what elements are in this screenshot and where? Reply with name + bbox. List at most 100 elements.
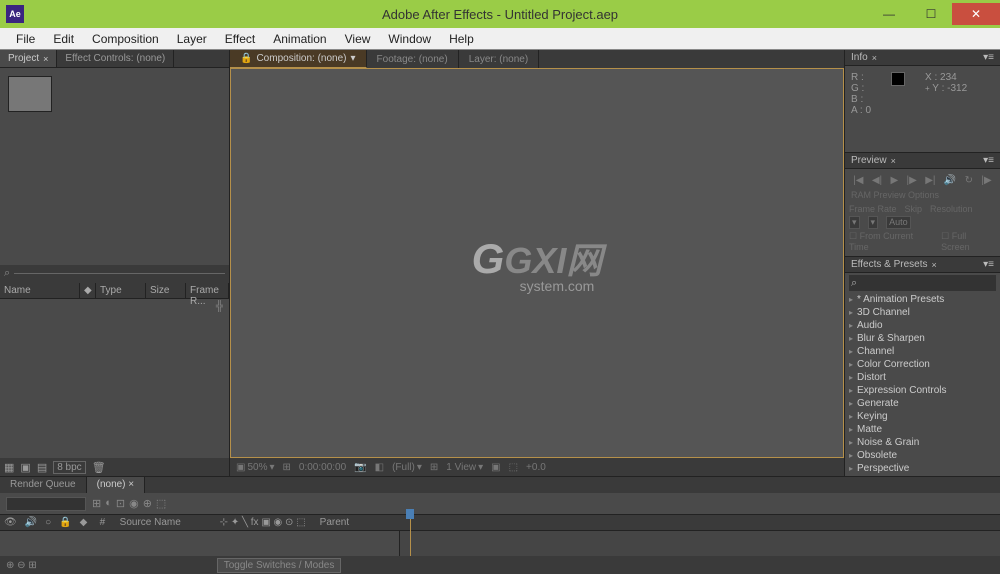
last-frame-icon[interactable]: ▶| xyxy=(925,175,935,186)
info-header[interactable]: Info×▾≡ xyxy=(845,50,1000,66)
col-frame-rate[interactable]: Frame R... xyxy=(186,283,229,298)
snapshot-icon[interactable]: 📷 xyxy=(354,462,366,473)
resolution-dropdown[interactable]: Auto xyxy=(886,216,911,229)
ram-preview-icon[interactable]: |▶ xyxy=(981,175,991,186)
close-button[interactable]: ✕ xyxy=(952,3,1000,25)
from-current-checkbox[interactable]: ☐ From Current Time xyxy=(849,231,933,252)
tab-composition[interactable]: 🔒Composition: (none) ▾ xyxy=(230,50,367,68)
effect-category[interactable]: Perspective xyxy=(845,462,1000,475)
tl-icon[interactable]: ⊞ xyxy=(92,497,101,510)
grid-icon[interactable]: ⊞ xyxy=(430,462,438,473)
tree-toggle-icon[interactable]: ╬ xyxy=(210,299,229,314)
loop-icon[interactable]: ↻ xyxy=(965,175,973,186)
playhead[interactable] xyxy=(410,509,411,556)
col-type[interactable]: Type xyxy=(96,283,146,298)
timecode[interactable]: 0:00:00:00 xyxy=(299,462,346,473)
tab-render-queue[interactable]: Render Queue xyxy=(0,477,87,493)
effect-category[interactable]: Simulation xyxy=(845,475,1000,476)
toggle-switches-button[interactable]: Toggle Switches / Modes xyxy=(217,558,342,573)
frame-rate-dropdown[interactable]: ▾ xyxy=(849,216,860,229)
timeline-layers[interactable] xyxy=(0,531,400,556)
effect-category[interactable]: Color Correction xyxy=(845,358,1000,371)
tl-icon[interactable]: ◐ xyxy=(105,497,112,510)
ram-options-label[interactable]: RAM Preview Options xyxy=(849,188,996,202)
effects-search[interactable]: ⌕ xyxy=(849,275,996,291)
first-frame-icon[interactable]: |◀ xyxy=(853,175,863,186)
col-name[interactable]: Name xyxy=(0,283,80,298)
window-controls: — ☐ ✕ xyxy=(868,3,1000,25)
menu-composition[interactable]: Composition xyxy=(84,30,167,48)
bpc-button[interactable]: 8 bpc xyxy=(53,461,85,474)
trash-icon[interactable]: 🗑 xyxy=(92,461,106,474)
effects-list[interactable]: * Animation Presets 3D Channel Audio Blu… xyxy=(845,293,1000,476)
project-search[interactable]: ⌕ xyxy=(0,265,229,283)
channel-icon[interactable]: ◧ xyxy=(375,462,384,473)
resolution-icon[interactable]: ⊞ xyxy=(283,462,291,473)
tl-icon[interactable]: ⬚ xyxy=(156,497,166,510)
timeline-tracks[interactable] xyxy=(400,531,1000,556)
tl-icon[interactable]: ⊡ xyxy=(116,497,125,510)
view-dropdown[interactable]: 1 View ▾ xyxy=(446,462,483,473)
3d-icon[interactable]: ⬚ xyxy=(509,462,518,473)
skip-dropdown[interactable]: ▾ xyxy=(868,216,879,229)
exposure-value[interactable]: +0.0 xyxy=(526,462,546,473)
effect-category[interactable]: * Animation Presets xyxy=(845,293,1000,306)
menu-window[interactable]: Window xyxy=(380,30,439,48)
prev-frame-icon[interactable]: ◀| xyxy=(872,175,882,186)
effect-category[interactable]: Keying xyxy=(845,410,1000,423)
effect-category[interactable]: Blur & Sharpen xyxy=(845,332,1000,345)
effect-category[interactable]: 3D Channel xyxy=(845,306,1000,319)
effect-category[interactable]: Channel xyxy=(845,345,1000,358)
lock-col-icon[interactable]: 🔒 xyxy=(55,515,75,530)
effect-category[interactable]: Obsolete xyxy=(845,449,1000,462)
audio-toggle-icon[interactable]: 🔊 xyxy=(21,515,41,530)
menu-file[interactable]: File xyxy=(8,30,43,48)
effects-header[interactable]: Effects & Presets×▾≡ xyxy=(845,257,1000,273)
tab-project[interactable]: Project× xyxy=(0,50,57,67)
full-screen-checkbox[interactable]: ☐ Full Screen xyxy=(941,231,996,252)
tab-none[interactable]: (none) × xyxy=(87,477,146,493)
folder-icon[interactable]: ▣ xyxy=(20,461,30,474)
label-col[interactable]: ◆ xyxy=(76,515,96,530)
effect-category[interactable]: Audio xyxy=(845,319,1000,332)
tab-footage[interactable]: Footage: (none) xyxy=(367,50,459,68)
menu-view[interactable]: View xyxy=(337,30,379,48)
audio-icon[interactable]: 🔊 xyxy=(944,175,956,186)
timeline-search[interactable] xyxy=(6,497,86,511)
menu-help[interactable]: Help xyxy=(441,30,482,48)
menu-effect[interactable]: Effect xyxy=(217,30,263,48)
source-name-col[interactable]: Source Name xyxy=(116,515,216,530)
menu-layer[interactable]: Layer xyxy=(169,30,215,48)
tl-icon[interactable]: ⊕ xyxy=(143,497,152,510)
effect-category[interactable]: Matte xyxy=(845,423,1000,436)
tab-effect-controls[interactable]: Effect Controls: (none) xyxy=(57,50,174,67)
preview-header[interactable]: Preview×▾≡ xyxy=(845,153,1000,169)
switches-col[interactable]: ⊹ ✦ ╲ fx ▣ ◉ ⊙ ⬚ xyxy=(216,515,316,530)
av-toggle-icon[interactable]: 👁 xyxy=(0,515,21,530)
tl-icon[interactable]: ◉ xyxy=(129,497,139,510)
col-size[interactable]: Size xyxy=(146,283,186,298)
maximize-button[interactable]: ☐ xyxy=(910,3,952,25)
project-list[interactable] xyxy=(0,314,229,459)
menu-edit[interactable]: Edit xyxy=(45,30,82,48)
zoom-dropdown[interactable]: ▣ 50% ▾ xyxy=(236,462,275,473)
effect-category[interactable]: Generate xyxy=(845,397,1000,410)
tab-layer[interactable]: Layer: (none) xyxy=(459,50,539,68)
solo-icon[interactable]: ○ xyxy=(41,515,55,530)
effect-category[interactable]: Noise & Grain xyxy=(845,436,1000,449)
menu-animation[interactable]: Animation xyxy=(265,30,334,48)
mask-icon[interactable]: ▣ xyxy=(491,462,500,473)
composition-viewer[interactable]: GGXI网 system.com xyxy=(230,68,844,458)
next-frame-icon[interactable]: |▶ xyxy=(907,175,917,186)
index-col[interactable]: # xyxy=(96,515,116,530)
expand-icon[interactable]: ⊕ ⊖ ⊞ xyxy=(6,560,37,571)
effect-category[interactable]: Expression Controls xyxy=(845,384,1000,397)
minimize-button[interactable]: — xyxy=(868,3,910,25)
quality-dropdown[interactable]: (Full) ▾ xyxy=(392,462,422,473)
effect-category[interactable]: Distort xyxy=(845,371,1000,384)
parent-col[interactable]: Parent xyxy=(316,515,376,530)
col-label-icon[interactable]: ◆ xyxy=(80,283,96,298)
interpret-icon[interactable]: ▦ xyxy=(4,461,14,474)
new-comp-icon[interactable]: ▤ xyxy=(37,461,47,474)
play-icon[interactable]: ▶ xyxy=(890,175,898,186)
